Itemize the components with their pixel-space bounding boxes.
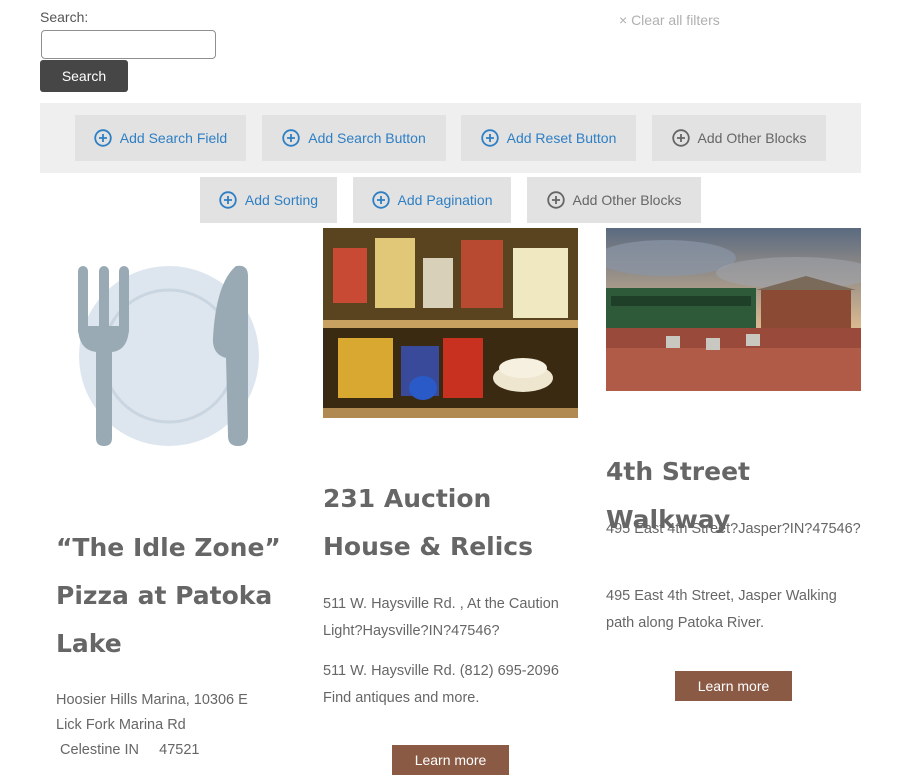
add-sorting-button[interactable]: Add Sorting <box>200 177 337 223</box>
plus-circle-icon <box>219 191 237 209</box>
card-address: 495 East 4th Street?Jasper?IN?47546? <box>606 521 861 537</box>
card-title: “The Idle Zone” Pizza at Patoka Lake <box>56 533 281 658</box>
learn-more-button[interactable]: Learn more <box>675 671 792 701</box>
add-other-blocks-label: Add Other Blocks <box>572 192 682 208</box>
plus-circle-icon <box>480 129 499 147</box>
plus-circle-icon <box>371 191 390 209</box>
card-description: 511 W. Haysville Rd. (812) 695-2096 Find… <box>323 663 559 706</box>
add-other-blocks-button[interactable]: Add Other Blocks <box>652 115 826 161</box>
card-address: Hoosier Hills Marina, 10306 E Lick Fork M… <box>56 688 296 763</box>
search-button[interactable]: Search <box>40 60 128 92</box>
card-address: 511 W. Haysville Rd. , At the Caution Li… <box>323 596 559 639</box>
add-search-button-label: Add Search Button <box>308 130 426 146</box>
address-line: Hoosier Hills Marina, 10306 E <box>56 692 248 708</box>
search-input[interactable] <box>41 30 216 59</box>
add-reset-button-label: Add Reset Button <box>506 130 617 146</box>
plus-circle-icon <box>671 129 690 147</box>
card-title: 231 Auction House & Relics <box>323 484 533 561</box>
antique-shelf-photo[interactable] <box>323 228 578 418</box>
clear-all-filters-link[interactable]: × Clear all filters <box>619 12 720 28</box>
add-other-blocks-button[interactable]: Add Other Blocks <box>527 177 701 223</box>
plus-circle-icon <box>94 129 112 147</box>
plus-circle-icon <box>546 191 565 209</box>
fork-knife-plate-icon <box>56 228 281 483</box>
add-sorting-label: Add Sorting <box>244 192 319 208</box>
add-search-field-label: Add Search Field <box>119 130 228 146</box>
add-search-button-button[interactable]: Add Search Button <box>262 115 446 161</box>
search-label: Search: <box>40 9 89 25</box>
address-line: Celestine IN 47521 <box>56 742 200 758</box>
learn-more-button[interactable]: Learn more <box>392 745 509 775</box>
address-line: Lick Fork Marina Rd <box>56 717 186 733</box>
card-description: 495 East 4th Street, Jasper Walking path… <box>606 588 837 631</box>
add-reset-button-button[interactable]: Add Reset Button <box>461 115 636 161</box>
train-depot-photo[interactable] <box>606 228 861 391</box>
plus-circle-icon <box>282 129 300 147</box>
add-pagination-label: Add Pagination <box>397 192 493 208</box>
add-other-blocks-label: Add Other Blocks <box>697 130 807 146</box>
add-search-field-button[interactable]: Add Search Field <box>75 115 246 161</box>
add-pagination-button[interactable]: Add Pagination <box>353 177 511 223</box>
